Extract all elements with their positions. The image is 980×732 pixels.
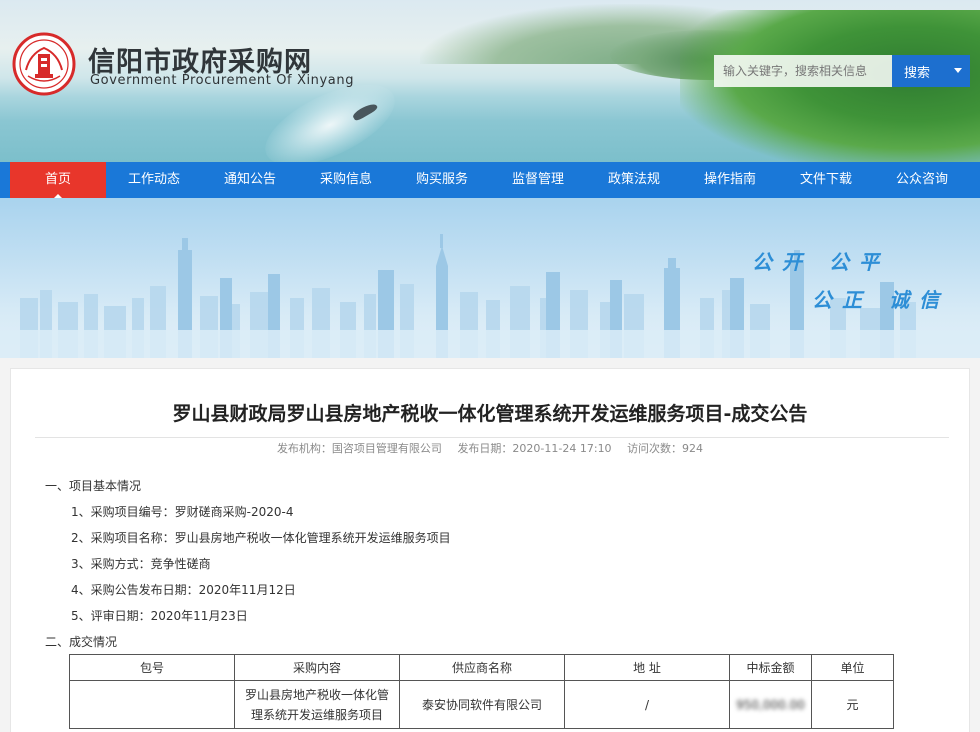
cell-content-line-2: 理系统开发运维服务项目: [250, 707, 383, 722]
basic-item-review-date: 5、评审日期：2020年11月23日: [71, 609, 248, 623]
meta-publisher: 发布机构：国咨项目管理有限公司: [276, 442, 442, 455]
nav-item-downloads[interactable]: 文件下载: [778, 162, 874, 198]
search-button-label: 搜索: [904, 65, 931, 81]
search-button[interactable]: 搜索: [892, 55, 970, 87]
section-heading-result: 二、成交情况: [45, 635, 118, 649]
slogan-line-2: 公正 诚信: [812, 288, 949, 312]
site-header: 信阳市政府采购网 Government Procurement Of Xinya…: [0, 0, 980, 162]
table-row: 罗山县房地产税收一体化管 理系统开发运维服务项目 泰安协同软件有限公司 / 95…: [69, 680, 894, 729]
cell-supplier: 泰安协同软件有限公司: [399, 680, 565, 729]
table-header-cell: 采购内容: [234, 654, 400, 681]
table-header-cell: 供应商名称: [399, 654, 565, 681]
search-input[interactable]: [714, 55, 892, 87]
skyline-banner: 公开 公平 公正 诚信: [0, 198, 980, 358]
article-title: 罗山县财政局罗山县房地产税收一体化管理系统开发运维服务项目-成交公告: [172, 403, 808, 425]
main-navigation: 首页 工作动态 通知公告 采购信息 购买服务 监督管理 政策法规 操作指南 文件…: [0, 162, 980, 198]
section-heading-basic: 一、项目基本情况: [45, 479, 142, 493]
cell-unit: 元: [811, 680, 894, 729]
nav-item-notices[interactable]: 通知公告: [202, 162, 298, 198]
cell-amount: 950,000.00: [729, 680, 812, 729]
nav-item-purchase-services[interactable]: 购买服务: [394, 162, 490, 198]
title-divider: [35, 437, 949, 438]
nav-item-work-news[interactable]: 工作动态: [106, 162, 202, 198]
basic-item-project-name: 2、采购项目名称：罗山县房地产税收一体化管理系统开发运维服务项目: [71, 531, 451, 545]
article-container: 罗山县财政局罗山县房地产税收一体化管理系统开发运维服务项目-成交公告 发布机构：…: [10, 368, 970, 732]
nav-item-home[interactable]: 首页: [10, 162, 106, 198]
meta-date: 发布日期：2020-11-24 17:10: [457, 442, 612, 455]
chevron-down-icon: [954, 68, 962, 73]
basic-item-procurement-method: 3、采购方式：竞争性磋商: [71, 557, 211, 571]
result-table: 包号 采购内容 供应商名称 地 址 中标金额 单位 罗山县房地产税收一体化管 理…: [69, 654, 894, 729]
cell-address: /: [564, 680, 730, 729]
cell-content: 罗山县房地产税收一体化管 理系统开发运维服务项目: [234, 680, 400, 729]
slogan-line-1: 公开 公平: [752, 250, 889, 274]
nav-item-public-consult[interactable]: 公众咨询: [874, 162, 970, 198]
basic-item-project-number: 1、采购项目编号：罗财磋商采购-2020-4: [71, 505, 294, 519]
basic-item-publish-date: 4、采购公告发布日期：2020年11月12日: [71, 583, 296, 597]
table-header-cell: 单位: [811, 654, 894, 681]
nav-item-procurement-info[interactable]: 采购信息: [298, 162, 394, 198]
table-header-cell: 中标金额: [729, 654, 812, 681]
table-header-cell: 包号: [69, 654, 235, 681]
cell-package: [69, 680, 235, 729]
meta-views: 访问次数：924: [627, 442, 704, 455]
nav-list: 首页 工作动态 通知公告 采购信息 购买服务 监督管理 政策法规 操作指南 文件…: [10, 162, 970, 198]
table-header-cell: 地 址: [564, 654, 730, 681]
nav-item-policies[interactable]: 政策法规: [586, 162, 682, 198]
site-subtitle: Government Procurement Of Xinyang: [90, 73, 355, 88]
city-skyline-illustration: [0, 234, 980, 358]
government-procurement-emblem-icon[interactable]: [12, 32, 76, 96]
amount-value: 950,000.00: [736, 697, 805, 712]
nav-item-supervision[interactable]: 监督管理: [490, 162, 586, 198]
article-meta: 发布机构：国咨项目管理有限公司 发布日期：2020-11-24 17:10 访问…: [11, 440, 969, 456]
nav-item-guide[interactable]: 操作指南: [682, 162, 778, 198]
cell-content-line-1: 罗山县房地产税收一体化管: [244, 687, 389, 702]
table-header-row: 包号 采购内容 供应商名称 地 址 中标金额 单位: [69, 654, 894, 681]
